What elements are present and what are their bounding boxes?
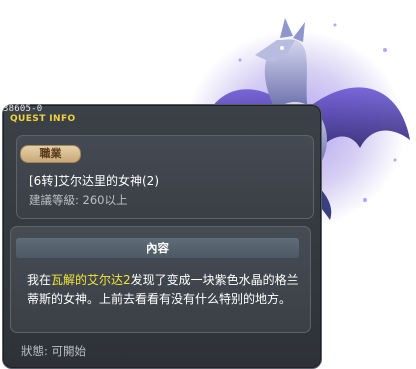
quest-status: 狀態: 可開始 — [21, 344, 87, 358]
description-highlight-location[interactable]: 瓦解的艾尔达2 — [51, 273, 131, 287]
quest-title: [6转]艾尔达里的女神(2) — [29, 174, 159, 188]
quest-info-title: QUEST INFO — [10, 114, 76, 124]
recommended-level: 建議等級: 260以上 — [29, 193, 128, 207]
description-text-pre: 我在 — [27, 273, 52, 287]
job-tag: 職業 — [20, 145, 81, 163]
quest-id: 38605-0 — [3, 104, 43, 114]
content-header: 內容 — [16, 238, 299, 258]
quest-description: 我在瓦解的艾尔达2发现了变成一块紫色水晶的格兰蒂斯的女神。上前去看看有没有什么特… — [27, 271, 302, 309]
